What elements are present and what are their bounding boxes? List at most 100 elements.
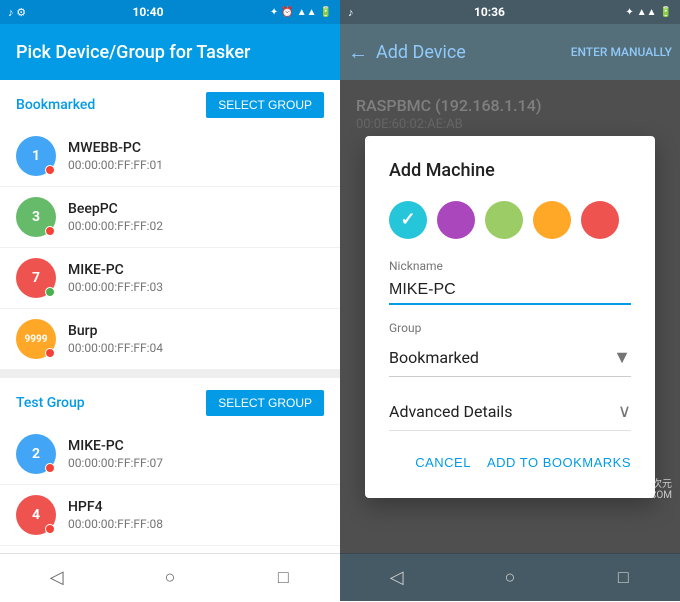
nickname-label: Nickname (389, 259, 631, 273)
home-button-right[interactable]: ○ (486, 554, 534, 602)
status-bar-left: ♪ ⚙ 10:40 ✦ ⏰ ▲▲ 🔋 (0, 0, 340, 24)
page-title-left: Pick Device/Group for Tasker (16, 42, 250, 63)
battery-icon: 🔋 (320, 7, 332, 18)
device-mac: 00:00:00:FF:FF:02 (68, 219, 163, 233)
time-right: 10:36 (474, 5, 505, 19)
right-content: RASPBMC (192.168.1.14) 00:0E:60:02:AE:AB… (340, 80, 680, 553)
avatar: 2 (16, 434, 56, 474)
device-info: Burp 00:00:00:FF:FF:04 (68, 323, 163, 355)
expand-icon: ∨ (618, 401, 631, 422)
page-title-right: Add Device (376, 42, 466, 63)
device-info: MWEBB-PC 00:00:00:FF:FF:01 (68, 140, 163, 172)
nickname-input[interactable] (389, 277, 631, 305)
recent-button-right[interactable]: □ (599, 554, 647, 602)
list-item[interactable]: 9999 Burp 00:00:00:FF:FF:04 (0, 309, 340, 370)
watermark-line2: IPLAYSOFT.COM (597, 490, 672, 501)
avatar: 4 (16, 495, 56, 535)
bookmarked-section-header: Bookmarked SELECT GROUP (0, 80, 340, 126)
nav-bar-left: ◁ ○ □ (0, 553, 340, 601)
color-option-teal[interactable]: ✓ (389, 201, 427, 239)
device-name: MWEBB-PC (68, 140, 163, 156)
status-badge (45, 226, 55, 236)
watermark: 异次元 IPLAYSOFT.COM (597, 475, 672, 501)
select-group-btn-test[interactable]: SELECT GROUP (206, 390, 324, 416)
device-mac: 00:00:00:FF:FF:07 (68, 456, 163, 470)
device-mac: 00:00:00:FF:FF:01 (68, 158, 163, 172)
notification-icons-right: ♪ (348, 6, 354, 19)
group-select[interactable]: Bookmarked ▼ (389, 339, 631, 377)
device-mac: 00:00:00:FF:FF:08 (68, 517, 163, 531)
device-info: BeepPC 00:00:00:FF:FF:02 (68, 201, 163, 233)
status-badge (45, 287, 55, 297)
header-left-group: ← Add Device (348, 40, 466, 65)
device-name: MIKE-PC (68, 438, 163, 454)
selected-check-icon: ✓ (400, 209, 415, 230)
back-button-right[interactable]: ◁ (373, 554, 421, 602)
advanced-label: Advanced Details (389, 402, 512, 421)
signal-icon-right: ▲▲ (637, 7, 657, 18)
battery-icon-right: 🔋 (660, 7, 672, 18)
device-name: MIKE-PC (68, 262, 163, 278)
color-option-green[interactable] (485, 201, 523, 239)
time-left: 10:40 (133, 5, 164, 19)
device-info: MIKE-PC 00:00:00:FF:FF:07 (68, 438, 163, 470)
status-bar-right: ♪ 10:36 ✦ ▲▲ 🔋 (340, 0, 680, 24)
status-icons-right: ✦ ▲▲ 🔋 (625, 7, 672, 18)
watermark-line1: 异次元 (597, 475, 672, 490)
dropdown-arrow-icon: ▼ (613, 347, 631, 368)
home-button-left[interactable]: ○ (146, 554, 194, 602)
avatar: 7 (16, 258, 56, 298)
status-icons-left: ✦ ⏰ ▲▲ 🔋 (270, 7, 332, 18)
add-to-bookmarks-button[interactable]: ADD TO BOOKMARKS (487, 451, 631, 474)
device-mac: 00:00:00:FF:FF:03 (68, 280, 163, 294)
group-value: Bookmarked (389, 348, 479, 367)
signal-icon: ▲▲ (297, 7, 317, 18)
advanced-details-toggle[interactable]: Advanced Details ∨ (389, 393, 631, 431)
right-panel: ♪ 10:36 ✦ ▲▲ 🔋 ← Add Device ENTER MANUAL… (340, 0, 680, 601)
avatar: 1 (16, 136, 56, 176)
device-list: Bookmarked SELECT GROUP 1 MWEBB-PC 00:00… (0, 80, 340, 553)
list-item[interactable]: 3 BeepPC 00:00:00:FF:FF:02 (0, 187, 340, 248)
dialog-title: Add Machine (389, 160, 631, 181)
enter-manually-button[interactable]: ENTER MANUALLY (571, 45, 672, 59)
list-item[interactable]: 2 MIKE-PC 00:00:00:FF:FF:07 (0, 424, 340, 485)
color-option-purple[interactable] (437, 201, 475, 239)
device-info: MIKE-PC 00:00:00:FF:FF:03 (68, 262, 163, 294)
device-mac: 00:00:00:FF:FF:04 (68, 341, 163, 355)
group-label: Group (389, 321, 631, 335)
color-picker: ✓ (389, 201, 631, 239)
recent-button-left[interactable]: □ (259, 554, 307, 602)
avatar: 9999 (16, 319, 56, 359)
status-badge (45, 348, 55, 358)
device-info: HPF4 00:00:00:FF:FF:08 (68, 499, 163, 531)
color-option-red[interactable] (581, 201, 619, 239)
test-group-title: Test Group (16, 395, 85, 411)
bluetooth-icon: ✦ (270, 7, 278, 18)
left-panel: ♪ ⚙ 10:40 ✦ ⏰ ▲▲ 🔋 Pick Device/Group for… (0, 0, 340, 601)
status-badge (45, 524, 55, 534)
list-item[interactable]: 1 MWEBB-PC 00:00:00:FF:FF:01 (0, 126, 340, 187)
section-divider (0, 370, 340, 378)
status-badge (45, 463, 55, 473)
status-badge (45, 165, 55, 175)
avatar: 3 (16, 197, 56, 237)
list-item[interactable]: 7 MIKE-PC 00:00:00:FF:FF:03 (0, 248, 340, 309)
back-button-left[interactable]: ◁ (33, 554, 81, 602)
bluetooth-icon-right: ✦ (625, 7, 633, 18)
device-name: HPF4 (68, 499, 163, 515)
color-option-orange[interactable] (533, 201, 571, 239)
back-arrow-icon[interactable]: ← (348, 40, 368, 65)
select-group-btn-bookmarked[interactable]: SELECT GROUP (206, 92, 324, 118)
list-item[interactable]: 4 HPF4 00:00:00:FF:FF:08 (0, 485, 340, 546)
header-right: ← Add Device ENTER MANUALLY (340, 24, 680, 80)
bookmarked-title: Bookmarked (16, 97, 95, 113)
nav-bar-right: ◁ ○ □ (340, 553, 680, 601)
add-machine-dialog: Add Machine ✓ Nickname Group B (365, 136, 655, 498)
dialog-actions: CANCEL ADD TO BOOKMARKS (389, 451, 631, 474)
device-name: Burp (68, 323, 163, 339)
test-group-section-header: Test Group SELECT GROUP (0, 378, 340, 424)
header-left: Pick Device/Group for Tasker (0, 24, 340, 80)
alarm-icon: ⏰ (281, 7, 293, 18)
device-name: BeepPC (68, 201, 163, 217)
cancel-button[interactable]: CANCEL (415, 451, 471, 474)
